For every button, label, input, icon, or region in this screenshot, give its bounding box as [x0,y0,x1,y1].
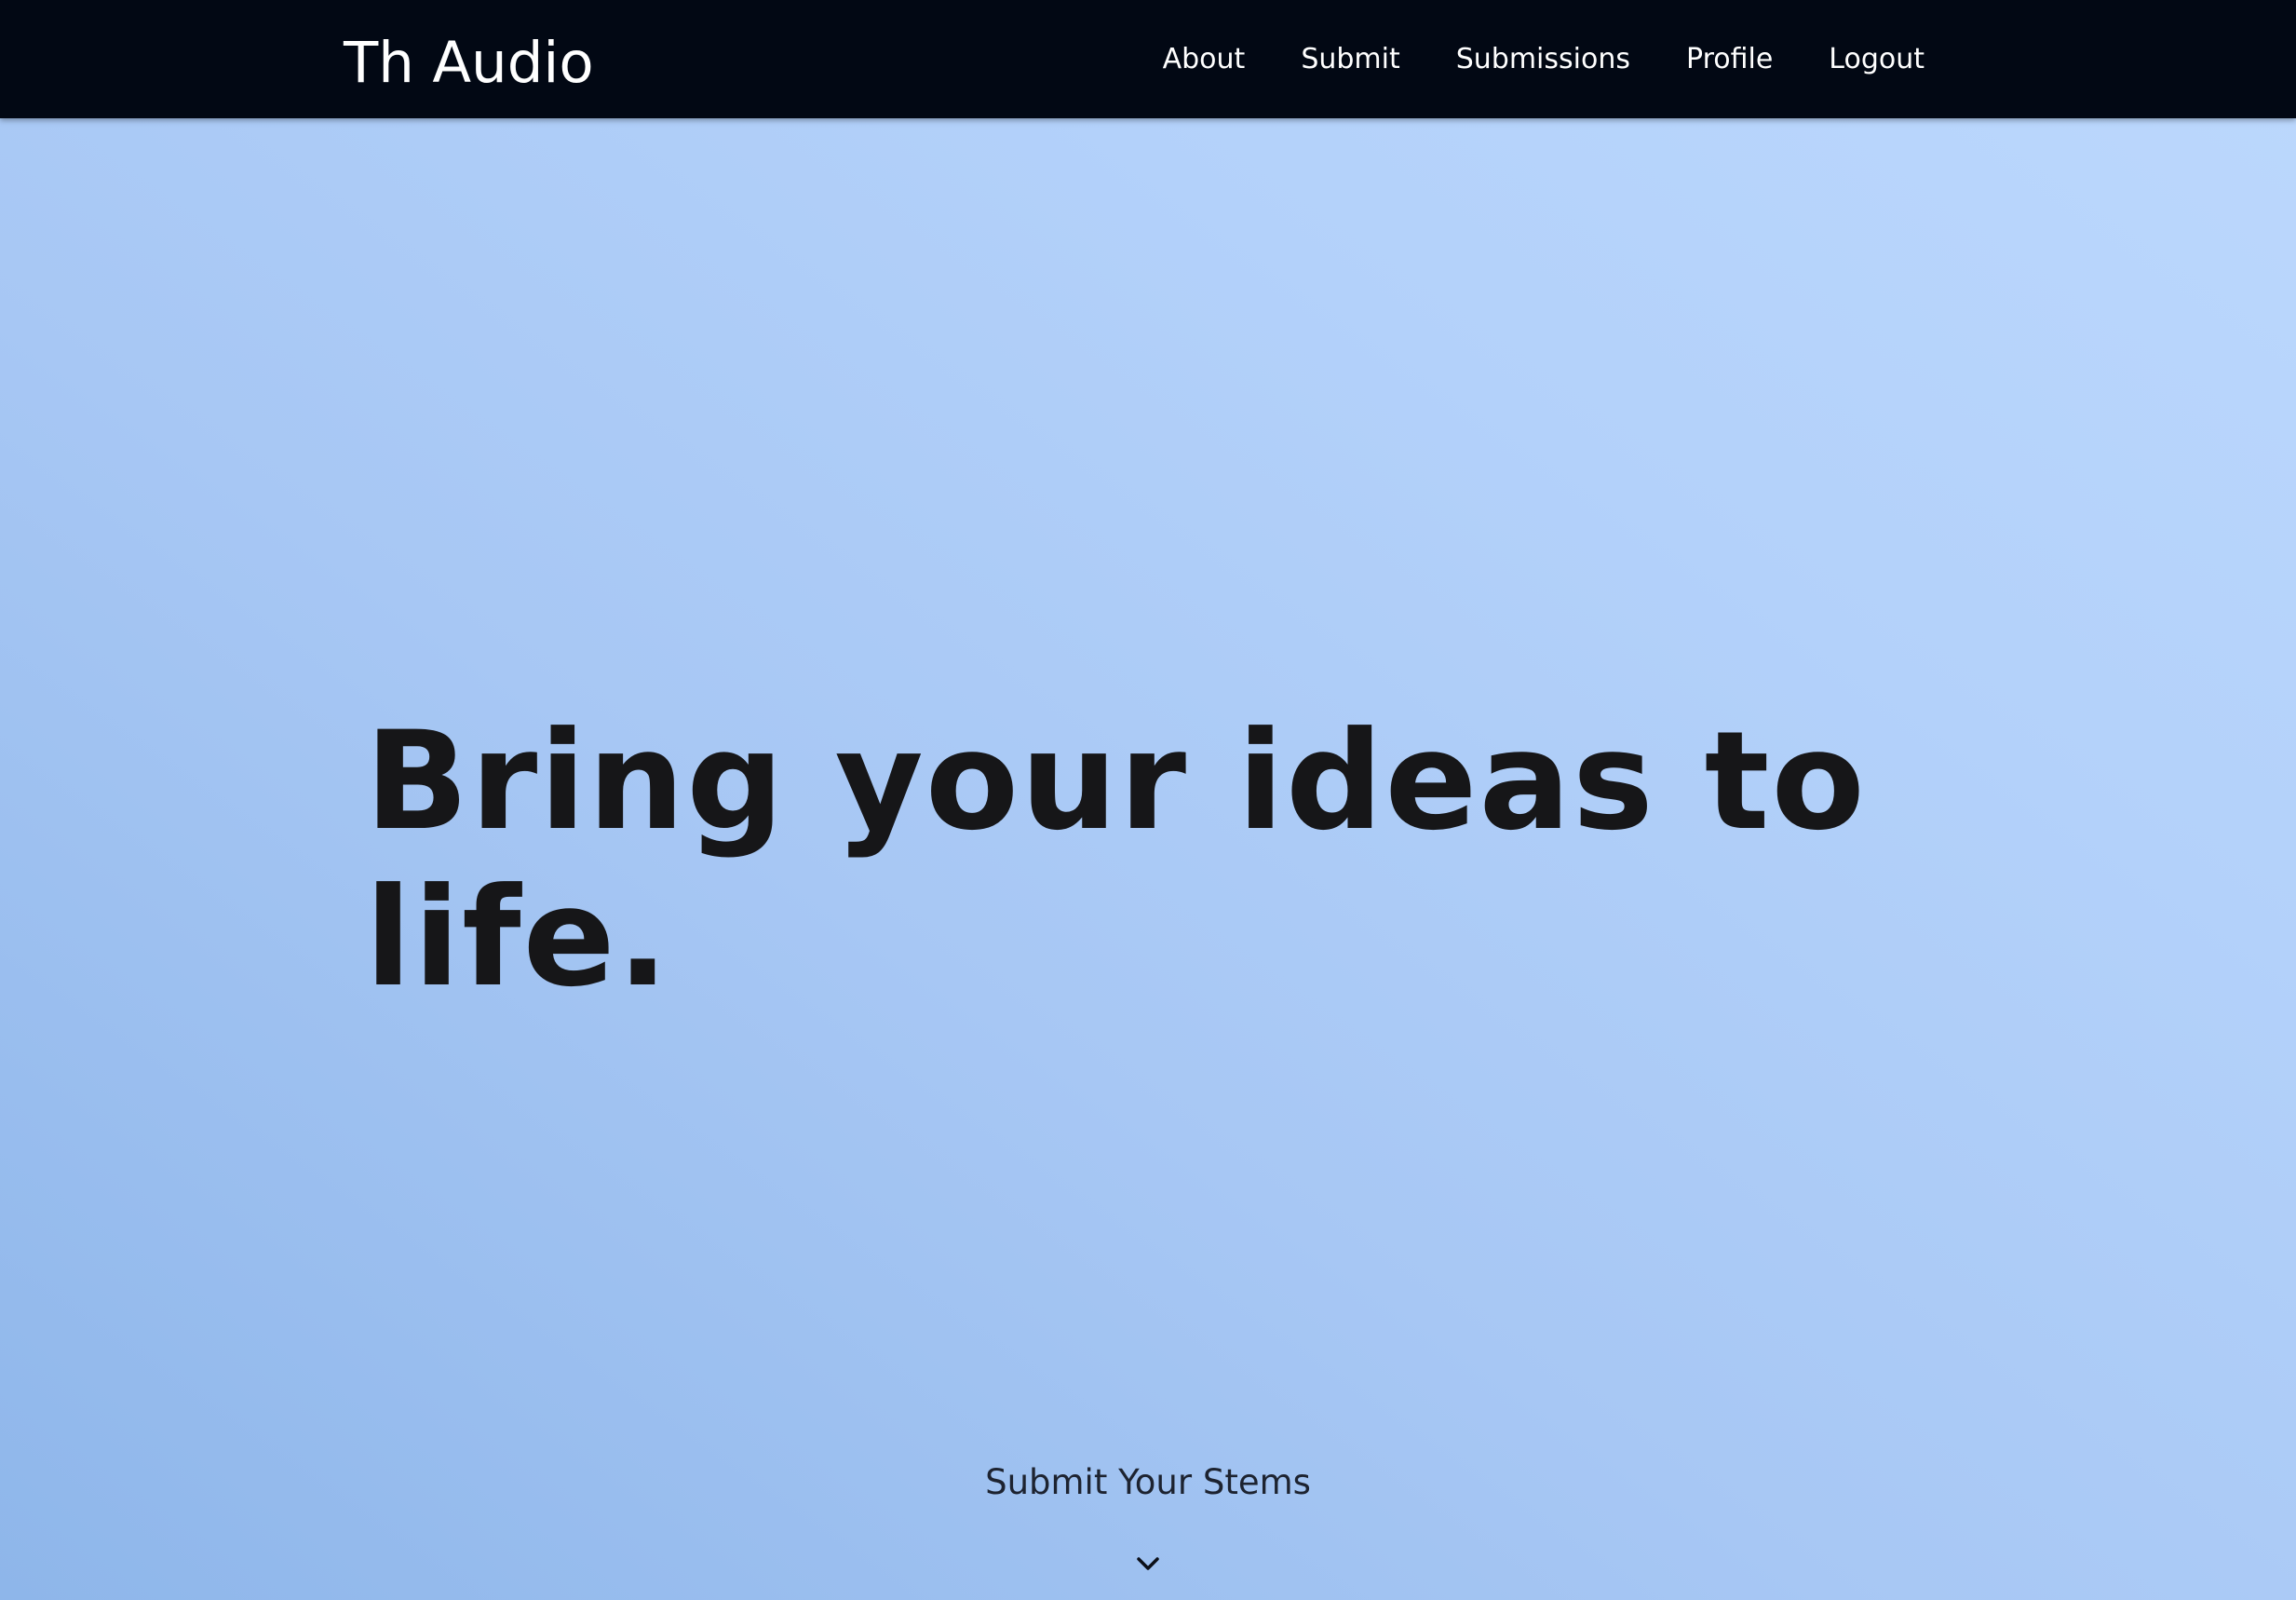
cta-container: Submit Your Stems [0,1460,2296,1505]
nav-link-submit[interactable]: Submit [1273,39,1427,80]
brand-logo[interactable]: Th Audio [344,24,594,102]
nav-links: About Submit Submissions Profile Logout [1135,39,1925,80]
nav-link-profile[interactable]: Profile [1658,39,1801,80]
nav-item-logout: Logout [1801,39,1925,80]
submit-stems-link[interactable]: Submit Your Stems [985,1460,1311,1505]
nav-link-submissions[interactable]: Submissions [1428,39,1658,80]
nav-link-logout[interactable]: Logout [1801,39,1925,80]
top-navbar: Th Audio About Submit Submissions Profil… [0,0,2296,118]
nav-item-about: About [1135,39,1274,80]
nav-link-about[interactable]: About [1135,39,1274,80]
nav-item-submissions: Submissions [1428,39,1658,80]
nav-item-profile: Profile [1658,39,1801,80]
nav-item-submit: Submit [1273,39,1427,80]
chevron-down-icon[interactable] [1136,1552,1160,1576]
hero-title: Bring your ideas to life. [365,702,1867,1017]
